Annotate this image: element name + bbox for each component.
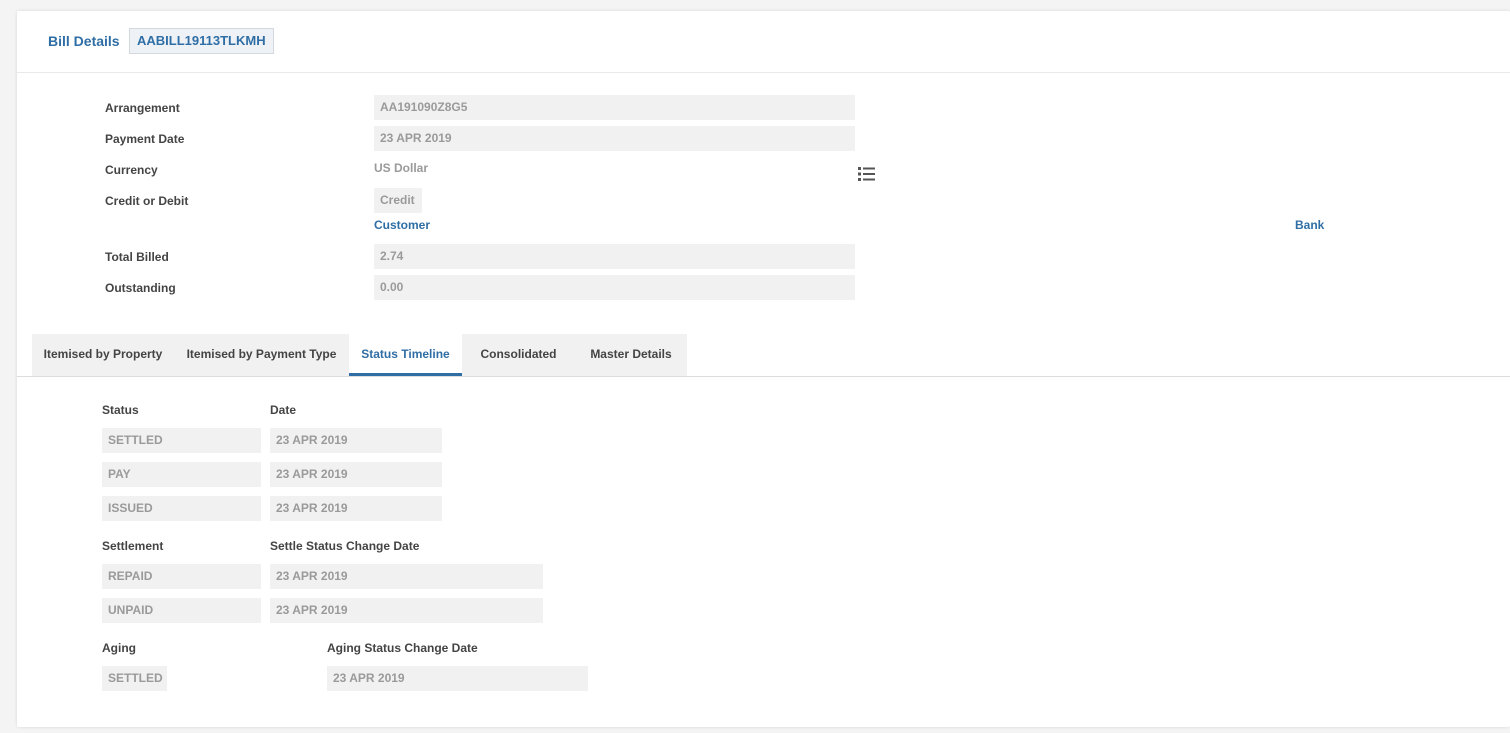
settlement-date-cell: 23 APR 2019	[270, 598, 543, 623]
currency-value: US Dollar	[374, 161, 429, 175]
tab-itemised-by-payment-type[interactable]: Itemised by Payment Type	[174, 334, 349, 376]
status-cell: ISSUED	[102, 496, 261, 521]
customer-link[interactable]: Customer	[374, 218, 430, 232]
settlement-cell: UNPAID	[102, 598, 261, 623]
tab-master-details[interactable]: Master Details	[575, 334, 687, 376]
total-billed-label: Total Billed	[105, 250, 169, 264]
date-header: Date	[270, 403, 297, 417]
aging-date-header: Aging Status Change Date	[327, 641, 478, 655]
status-cell: PAY	[102, 462, 261, 487]
tab-consolidated[interactable]: Consolidated	[462, 334, 575, 376]
card-header: Bill Details AABILL19113TLKMH	[17, 11, 1510, 73]
bank-link[interactable]: Bank	[1295, 218, 1324, 232]
tab-status-timeline[interactable]: Status Timeline	[349, 334, 462, 376]
status-date-cell: 23 APR 2019	[270, 496, 442, 521]
tab-bar: Itemised by Property Itemised by Payment…	[32, 334, 687, 376]
aging-header: Aging	[102, 641, 136, 655]
settlement-header: Settlement	[102, 539, 164, 553]
outstanding-label: Outstanding	[105, 281, 176, 295]
arrangement-value: AA191090Z8G5	[374, 95, 855, 120]
credit-debit-label: Credit or Debit	[105, 194, 189, 208]
aging-cell: SETTLED	[102, 666, 167, 691]
settlement-cell: REPAID	[102, 564, 261, 589]
payment-date-label: Payment Date	[105, 132, 185, 146]
bill-id-badge: AABILL19113TLKMH	[129, 28, 274, 54]
credit-debit-value: Credit	[374, 188, 422, 213]
status-date-cell: 23 APR 2019	[270, 428, 442, 453]
aging-date-cell: 23 APR 2019	[327, 666, 588, 691]
list-icon[interactable]	[858, 167, 875, 181]
bill-details-card: Bill Details AABILL19113TLKMH Arrangemen…	[17, 11, 1510, 727]
tab-divider	[17, 376, 1510, 377]
status-date-cell: 23 APR 2019	[270, 462, 442, 487]
settlement-date-cell: 23 APR 2019	[270, 564, 543, 589]
currency-label: Currency	[105, 163, 158, 177]
payment-date-value: 23 APR 2019	[374, 126, 855, 151]
status-header: Status	[102, 403, 139, 417]
tab-itemised-by-property[interactable]: Itemised by Property	[32, 334, 174, 376]
status-cell: SETTLED	[102, 428, 261, 453]
page-title: Bill Details	[48, 33, 120, 49]
arrangement-label: Arrangement	[105, 101, 180, 115]
outstanding-value: 0.00	[374, 275, 855, 300]
settle-date-header: Settle Status Change Date	[270, 539, 420, 553]
total-billed-value: 2.74	[374, 244, 855, 269]
